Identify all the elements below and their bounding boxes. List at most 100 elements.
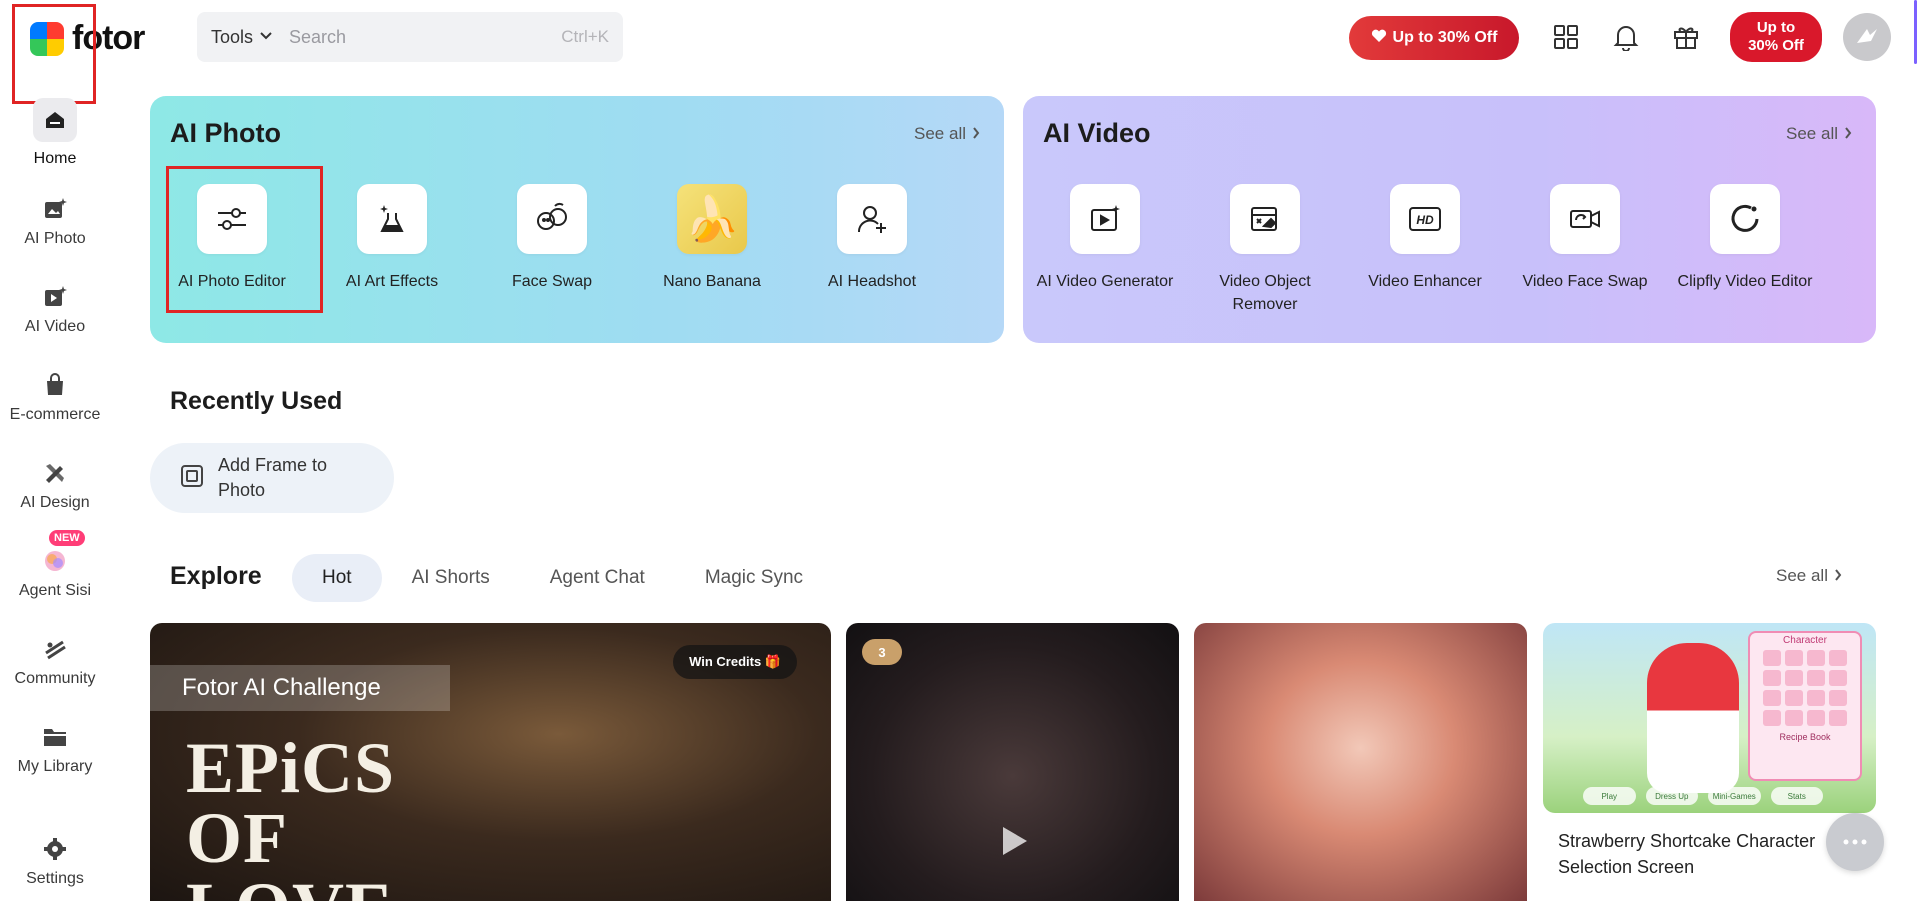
banana-icon: 🍌 — [677, 184, 747, 254]
explore-see-all[interactable]: See all — [1776, 566, 1842, 586]
face-swap-icon — [517, 184, 587, 254]
tool-ai-video-generator[interactable]: AI Video Generator — [1025, 184, 1185, 316]
frame-icon — [180, 464, 204, 493]
explore-title: Explore — [170, 562, 262, 590]
ai-video-icon — [42, 284, 68, 310]
clipfly-icon — [1710, 184, 1780, 254]
discount-promo-pill[interactable]: Up to 30% Off — [1349, 16, 1519, 60]
ai-photo-icon — [42, 196, 68, 222]
top-header: fotor Tools Ctrl+K Up to 30% Off Up to 3… — [0, 0, 1919, 74]
see-all-label: See all — [1776, 566, 1828, 585]
sidebar-item-label: AI Design — [20, 494, 90, 511]
character-panel: Character Recipe Book — [1748, 631, 1862, 781]
tab-ai-shorts[interactable]: AI Shorts — [382, 554, 520, 602]
headline-line: EPiCS — [186, 728, 396, 808]
tab-magic-sync[interactable]: Magic Sync — [675, 554, 833, 602]
home-icon — [33, 98, 77, 142]
sidebar-item-label: My Library — [17, 758, 93, 775]
explore-card-anime-warrior[interactable] — [1194, 623, 1527, 901]
sidebar-item-ai-photo[interactable]: AI Photo — [0, 196, 110, 248]
notification-bell-icon[interactable] — [1611, 22, 1641, 52]
tool-label: AI Headshot — [827, 273, 917, 290]
scrollbar-indicator[interactable] — [1914, 0, 1917, 64]
explore-card-title[interactable]: Strawberry Shortcake Character Selection… — [1558, 828, 1858, 880]
sidebar-item-community[interactable]: Community — [0, 636, 110, 688]
flask-sparkle-icon — [357, 184, 427, 254]
sidebar-item-ai-video[interactable]: AI Video — [0, 284, 110, 336]
tab-agent-chat[interactable]: Agent Chat — [520, 554, 675, 602]
agent-sisi-icon — [42, 548, 68, 574]
tools-label: Tools — [211, 26, 254, 47]
sidebar-item-label: E-commerce — [9, 406, 101, 423]
tool-face-swap[interactable]: Face Swap — [472, 184, 632, 293]
tool-video-object-remover[interactable]: Video Object Remover — [1185, 184, 1345, 316]
strawberry-character-image — [1647, 643, 1739, 793]
explore-card-fotor-challenge[interactable]: Fotor AI Challenge Win Credits 🎁 EPiCS O… — [150, 623, 831, 901]
recently-used-title: Recently Used — [170, 387, 343, 415]
sidebar-item-settings[interactable]: Settings — [0, 836, 110, 888]
character-panel-title: Character — [1783, 635, 1827, 646]
game-button: Mini-Games — [1708, 787, 1761, 805]
apps-grid-icon[interactable] — [1551, 22, 1581, 52]
promo-pill-label: Up to 30% Off — [1392, 29, 1498, 46]
sidebar-item-label: Agent Sisi — [18, 582, 92, 599]
ai-photo-title: AI Photo — [170, 118, 281, 148]
sidebar-item-my-library[interactable]: My Library — [0, 724, 110, 776]
recent-item-label: Add Frame to Photo — [218, 455, 328, 500]
sidebar-item-label: AI Video — [24, 318, 86, 335]
tab-hot[interactable]: Hot — [292, 554, 382, 602]
tool-label: AI Video Generator — [1036, 273, 1174, 290]
design-tools-icon — [42, 460, 68, 486]
tool-video-enhancer[interactable]: HD Video Enhancer — [1345, 184, 1505, 316]
play-icon[interactable] — [996, 823, 1032, 859]
win-credits-badge[interactable]: Win Credits 🎁 — [673, 645, 797, 679]
tool-label: Nano Banana — [663, 273, 761, 290]
challenge-title: Fotor AI Challenge — [150, 665, 450, 711]
more-options-button[interactable] — [1826, 813, 1884, 871]
hd-icon: HD — [1390, 184, 1460, 254]
challenge-headline: EPiCS OF LOVE — [186, 728, 396, 901]
see-all-label: See all — [1786, 124, 1838, 143]
ai-video-see-all[interactable]: See all — [1786, 124, 1852, 144]
chevron-right-icon — [1834, 566, 1842, 586]
recipe-book-label: Recipe Book — [1779, 732, 1831, 742]
user-avatar[interactable] — [1843, 13, 1891, 61]
game-buttons: Play Dress Up Mini-Games Stats — [1583, 787, 1823, 805]
explore-tabs: Hot AI Shorts Agent Chat Magic Sync — [292, 554, 833, 602]
tools-dropdown[interactable]: Tools — [211, 27, 273, 48]
tool-nano-banana[interactable]: 🍌 Nano Banana — [632, 184, 792, 293]
chevron-right-icon — [1844, 124, 1852, 144]
tool-clipfly-video-editor[interactable]: Clipfly Video Editor — [1665, 184, 1825, 316]
tool-label: Clipfly Video Editor — [1677, 273, 1813, 290]
headline-line: LOVE — [186, 872, 395, 901]
eraser-icon — [1230, 184, 1300, 254]
explore-card-gothic-video[interactable]: 3 — [846, 623, 1179, 901]
ai-photo-see-all[interactable]: See all — [914, 124, 980, 144]
gift-icon[interactable] — [1671, 22, 1701, 52]
tool-ai-headshot[interactable]: AI Headshot — [792, 184, 952, 293]
ai-photo-editor-highlight — [166, 166, 323, 313]
sidebar-item-label: Community — [14, 670, 96, 687]
sidebar-item-label: Settings — [26, 870, 84, 887]
rank-badge: 3 — [862, 639, 902, 665]
character-grid — [1750, 650, 1860, 726]
game-button: Play — [1583, 787, 1636, 805]
video-sparkle-icon — [1070, 184, 1140, 254]
explore-card-strawberry-shortcake[interactable]: Character Recipe Book Play Dress Up Mini… — [1543, 623, 1876, 813]
shopping-bag-icon — [42, 372, 68, 398]
recent-item-add-frame[interactable]: Add Frame to Photo — [150, 443, 394, 513]
svg-text:HD: HD — [1416, 213, 1434, 227]
tool-label: Video Enhancer — [1368, 273, 1482, 290]
tool-label: Face Swap — [511, 273, 593, 290]
search-input[interactable] — [289, 26, 530, 48]
sidebar-item-e-commerce[interactable]: E-commerce — [0, 372, 110, 424]
upgrade-promo-button[interactable]: Up to 30% Off — [1730, 12, 1822, 62]
sidebar-item-agent-sisi[interactable]: Agent Sisi — [0, 548, 110, 600]
search-bar: Tools Ctrl+K — [197, 12, 623, 62]
tool-ai-art-effects[interactable]: AI Art Effects — [312, 184, 472, 293]
tool-label: Video Face Swap — [1522, 273, 1648, 290]
ai-video-title: AI Video — [1043, 118, 1151, 148]
tool-video-face-swap[interactable]: Video Face Swap — [1505, 184, 1665, 316]
sidebar-item-home[interactable]: Home — [0, 98, 110, 168]
sidebar-item-ai-design[interactable]: AI Design — [0, 460, 110, 512]
